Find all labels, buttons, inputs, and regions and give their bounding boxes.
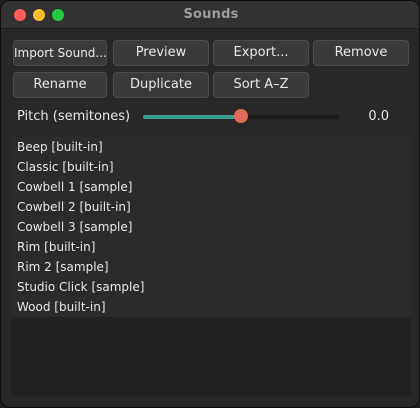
duplicate-button[interactable]: Duplicate [113, 72, 209, 98]
sort-button[interactable]: Sort A–Z [213, 72, 309, 98]
list-item[interactable]: Rim [built-in] [11, 237, 411, 257]
pitch-label: Pitch (semitones) [17, 109, 131, 124]
pitch-slider-fill [143, 115, 241, 119]
import-sound-button[interactable]: Import Sound... [13, 40, 107, 66]
list-item[interactable]: Cowbell 1 [sample] [11, 177, 411, 197]
list-item[interactable]: Cowbell 3 [sample] [11, 217, 411, 237]
export-button[interactable]: Export... [213, 40, 309, 66]
title-bar[interactable]: Sounds [1, 1, 419, 29]
sound-list-rows: Beep [built-in] Classic [built-in] Cowbell… [11, 137, 411, 317]
list-item[interactable]: Studio Click [sample] [11, 277, 411, 297]
window-title: Sounds [183, 7, 239, 22]
list-item[interactable]: Cowbell 2 [built-in] [11, 197, 411, 217]
sound-list[interactable]: Beep [built-in] Classic [built-in] Cowbell… [11, 137, 411, 397]
rename-button[interactable]: Rename [13, 72, 107, 98]
list-item[interactable]: Rim 2 [sample] [11, 257, 411, 277]
remove-button[interactable]: Remove [313, 40, 409, 66]
list-item[interactable]: Beep [built-in] [11, 137, 411, 157]
pitch-value: 0.0 [368, 109, 389, 124]
pitch-slider-thumb[interactable] [234, 109, 248, 123]
preview-button[interactable]: Preview [113, 40, 209, 66]
list-item[interactable]: Wood [built-in] [11, 297, 411, 317]
sounds-window: Sounds Import Sound... Preview Export...… [0, 0, 420, 408]
list-item[interactable]: Classic [built-in] [11, 157, 411, 177]
